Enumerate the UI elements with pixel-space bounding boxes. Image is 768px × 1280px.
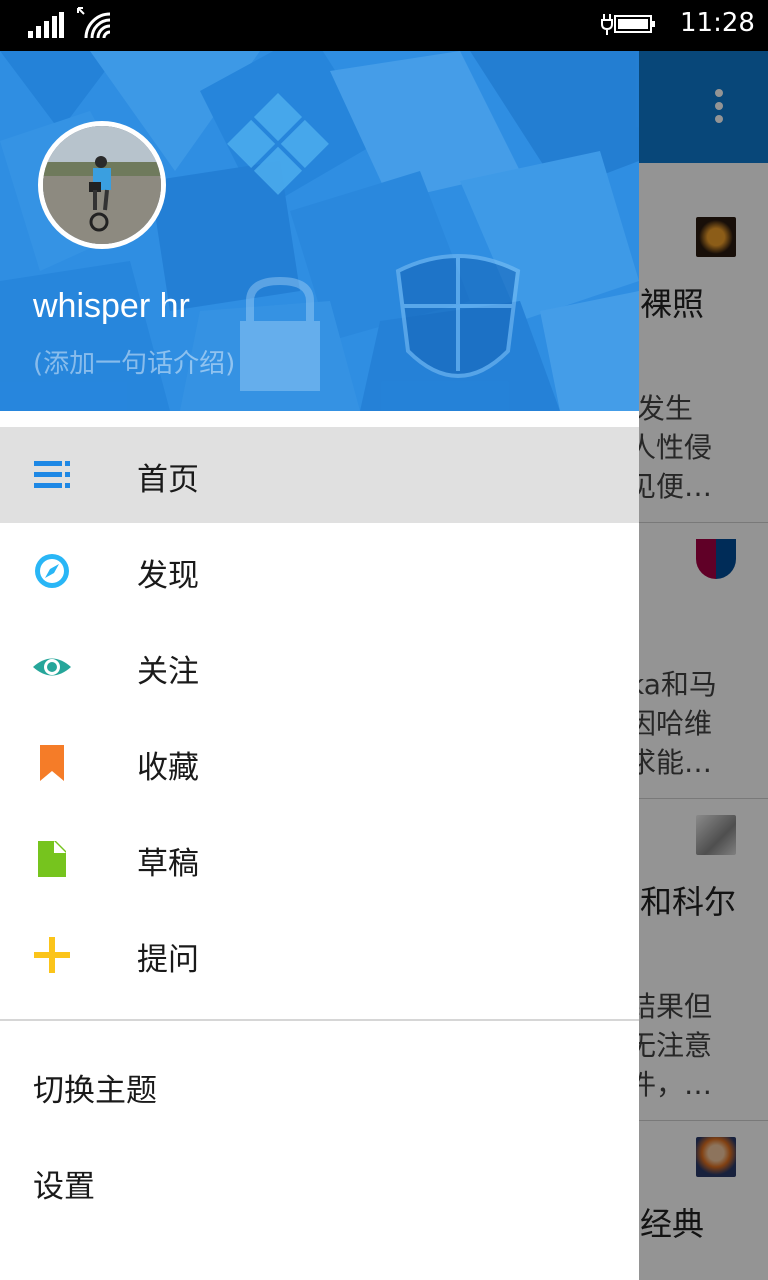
user-name[interactable]: whisper hr <box>33 287 190 326</box>
settings-button[interactable]: 设置 <box>33 1161 95 1206</box>
menu-item-discover[interactable]: 发现 <box>0 523 639 619</box>
status-bar: 11:28 <box>0 0 768 51</box>
signal-bars-icon <box>28 12 64 38</box>
user-bio-placeholder[interactable]: (添加一句话介绍) <box>33 343 235 380</box>
plus-icon <box>34 937 70 973</box>
eye-icon <box>33 658 71 676</box>
navigation-drawer: whisper hr (添加一句话介绍) 首页 发现 关注 收藏 草稿 提问 切… <box>0 51 639 1280</box>
menu-item-favorites[interactable]: 收藏 <box>0 715 639 811</box>
clock: 11:28 <box>680 8 755 38</box>
menu-label: 发现 <box>137 558 199 594</box>
draft-document-icon <box>38 841 66 877</box>
avatar[interactable] <box>38 121 166 249</box>
menu-item-follow[interactable]: 关注 <box>0 619 639 715</box>
drawer-menu: 首页 发现 关注 收藏 草稿 提问 <box>0 427 639 1003</box>
battery-charging-icon <box>601 14 655 35</box>
bookmark-icon <box>40 745 64 781</box>
compass-icon <box>35 554 69 588</box>
menu-label: 提问 <box>137 942 199 978</box>
menu-label: 草稿 <box>137 846 199 882</box>
menu-item-home[interactable]: 首页 <box>0 427 639 523</box>
menu-item-drafts[interactable]: 草稿 <box>0 811 639 907</box>
drawer-header: whisper hr (添加一句话介绍) <box>0 51 639 411</box>
wifi-icon <box>77 7 111 39</box>
menu-label: 首页 <box>137 462 199 498</box>
divider <box>0 1019 639 1021</box>
menu-label: 收藏 <box>137 750 199 786</box>
home-list-icon <box>34 461 70 488</box>
menu-item-ask[interactable]: 提问 <box>0 907 639 1003</box>
switch-theme-button[interactable]: 切换主题 <box>33 1065 157 1110</box>
menu-label: 关注 <box>137 654 199 690</box>
